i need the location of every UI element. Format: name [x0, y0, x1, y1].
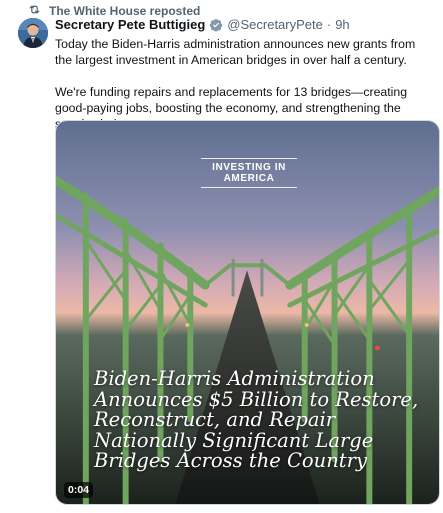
repost-label: The White House reposted [49, 4, 201, 18]
tweet-paragraph-1: Today the Biden-Harris administration an… [55, 37, 416, 67]
video-player[interactable]: INVESTING IN AMERICA Biden-Harris Admini… [55, 120, 440, 505]
verified-badge-icon [209, 18, 223, 32]
author-handle[interactable]: @SecretaryPete [227, 17, 323, 32]
badge-rule-bottom [201, 187, 297, 188]
badge-text: INVESTING IN AMERICA [212, 162, 286, 184]
video-duration: 0:04 [64, 482, 94, 498]
avatar[interactable] [18, 18, 48, 48]
repost-icon [28, 3, 41, 19]
tweet-text: Today the Biden-Harris administration an… [55, 36, 435, 132]
video-headline: Biden-Harris Administration Announces $5… [94, 367, 419, 472]
author-name[interactable]: Secretary Pete Buttigieg [55, 17, 205, 32]
investing-in-america-badge: INVESTING IN AMERICA [201, 158, 297, 188]
separator-dot: · [326, 17, 332, 32]
timestamp[interactable]: 9h [335, 17, 349, 32]
tweet-header: Secretary Pete Buttigieg @SecretaryPete … [55, 17, 350, 32]
